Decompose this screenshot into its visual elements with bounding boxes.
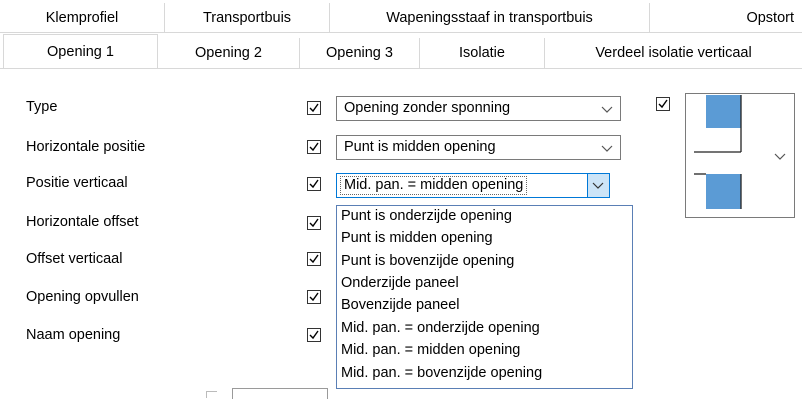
positie-verticaal-dropdown-button[interactable] — [587, 174, 609, 197]
type-select-value: Opening zonder sponning — [344, 100, 511, 116]
tab-opstort[interactable]: Opstort — [650, 3, 802, 33]
horizontale-positie-checkbox[interactable] — [307, 140, 321, 154]
dropdown-option[interactable]: Punt is onderzijde opening — [341, 206, 512, 226]
label-positie-verticaal: Positie verticaal — [26, 175, 128, 191]
opening-opvullen-checkbox[interactable] — [307, 290, 321, 304]
dropdown-option[interactable]: Onderzijde paneel — [341, 273, 459, 293]
tab-label: Klemprofiel — [45, 9, 119, 26]
tab-label: Opstort — [746, 9, 794, 26]
tab-isolatie[interactable]: Isolatie — [420, 38, 545, 68]
tab-wapeningsstaaf[interactable]: Wapeningsstaaf in transportbuis — [330, 3, 650, 33]
tab-label: Opening 1 — [47, 43, 114, 60]
chevron-down-icon — [774, 153, 786, 160]
check-icon — [309, 103, 319, 113]
bottom-field-partial[interactable] — [232, 388, 328, 399]
offset-verticaal-checkbox[interactable] — [307, 252, 321, 266]
tab-label: Wapeningsstaaf in transportbuis — [386, 9, 593, 26]
preview-checkbox[interactable] — [656, 97, 670, 111]
bottom-checkbox-partial[interactable] — [206, 391, 217, 398]
label-offset-verticaal: Offset verticaal — [26, 251, 123, 267]
check-icon — [309, 292, 319, 302]
tab-transportbuis[interactable]: Transportbuis — [165, 3, 330, 33]
tab-klemprofiel[interactable]: Klemprofiel — [0, 3, 165, 33]
type-checkbox[interactable] — [307, 101, 321, 115]
positie-verticaal-checkbox[interactable] — [307, 177, 321, 191]
horizontale-positie-select[interactable]: Punt is midden opening — [336, 135, 621, 160]
dropdown-option[interactable]: Punt is bovenzijde opening — [341, 251, 514, 271]
label-horizontale-positie: Horizontale positie — [26, 139, 146, 155]
tab-opening-3[interactable]: Opening 3 — [300, 38, 420, 68]
label-type: Type — [26, 99, 58, 115]
label-horizontale-offset: Horizontale offset — [26, 214, 139, 230]
naam-opening-checkbox[interactable] — [307, 328, 321, 342]
check-icon — [658, 99, 668, 109]
horizontale-positie-select-value: Punt is midden opening — [344, 139, 496, 155]
check-icon — [309, 218, 319, 228]
dropdown-option[interactable]: Punt is midden opening — [341, 228, 493, 248]
tab-label: Verdeel isolatie verticaal — [595, 45, 752, 61]
tab-row-back: Klemprofiel Transportbuis Wapeningsstaaf… — [0, 3, 802, 33]
tab-label: Opening 2 — [195, 45, 262, 61]
tab-label: Transportbuis — [202, 9, 292, 26]
label-naam-opening: Naam opening — [26, 327, 121, 343]
positie-verticaal-select[interactable]: Mid. pan. = midden opening — [336, 173, 610, 198]
type-select[interactable]: Opening zonder sponning — [336, 96, 621, 121]
tab-opening-2[interactable]: Opening 2 — [158, 38, 300, 68]
check-icon — [309, 179, 319, 189]
tab-label: Isolatie — [459, 45, 505, 61]
positie-verticaal-select-value: Mid. pan. = midden opening — [340, 176, 528, 195]
positie-verticaal-dropdown-list: Punt is onderzijde opening Punt is midde… — [336, 205, 633, 389]
horizontale-offset-checkbox[interactable] — [307, 216, 321, 230]
dropdown-option[interactable]: Mid. pan. = bovenzijde opening — [341, 363, 542, 383]
dropdown-option[interactable]: Mid. pan. = midden opening — [341, 340, 520, 360]
dropdown-option[interactable]: Bovenzijde paneel — [341, 295, 460, 315]
label-opening-opvullen: Opening opvullen — [26, 289, 139, 305]
tab-verdeel-isolatie-verticaal[interactable]: Verdeel isolatie verticaal — [545, 38, 802, 68]
tab-label: Opening 3 — [326, 45, 393, 61]
chevron-down-icon — [592, 182, 604, 189]
check-icon — [309, 254, 319, 264]
tab-opening-1[interactable]: Opening 1 — [3, 34, 158, 68]
dropdown-option[interactable]: Mid. pan. = onderzijde opening — [341, 318, 540, 338]
opening-type-preview-select[interactable] — [685, 93, 795, 218]
check-icon — [309, 330, 319, 340]
check-icon — [309, 142, 319, 152]
chevron-down-icon — [601, 145, 613, 152]
chevron-down-icon — [601, 106, 613, 113]
tab-row-front: Opening 1 Opening 2 Opening 3 Isolatie V… — [0, 34, 802, 69]
